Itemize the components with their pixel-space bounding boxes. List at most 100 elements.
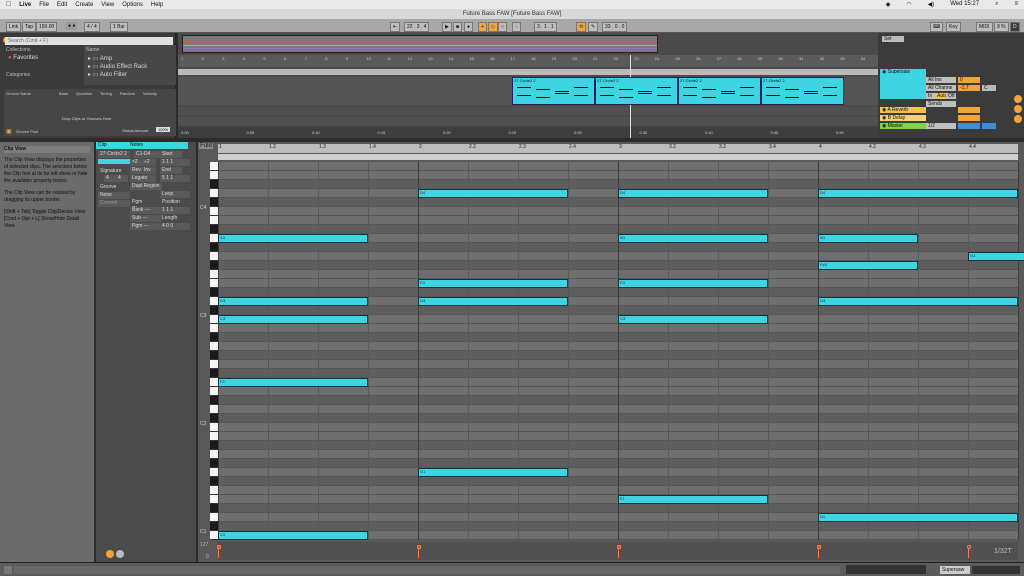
signature-numerator[interactable]: 4 xyxy=(104,175,116,182)
input-channel-menu[interactable]: All Channe xyxy=(926,85,956,91)
arrangement-clip[interactable]: 27-Circle2 2 xyxy=(678,77,761,105)
menu-create[interactable]: Create xyxy=(75,2,93,8)
legato-button[interactable]: Legato xyxy=(130,175,156,182)
piano-key[interactable] xyxy=(210,306,218,315)
piano-key[interactable] xyxy=(210,315,218,324)
play-button[interactable]: ▶ xyxy=(442,22,452,32)
midi-note[interactable]: F#3 xyxy=(818,261,918,270)
menu-list-icon[interactable]: ≡ xyxy=(1014,1,1018,8)
menu-file[interactable]: File xyxy=(39,2,49,8)
piano-key[interactable] xyxy=(210,405,218,414)
browser-item[interactable]: ▸ ▭ Amp xyxy=(88,55,112,62)
midi-note[interactable]: D3 xyxy=(418,297,568,306)
midi-note[interactable]: E3 xyxy=(618,279,768,288)
piano-key[interactable] xyxy=(210,225,218,234)
master-pan[interactable] xyxy=(982,123,996,129)
track-pan[interactable]: C xyxy=(982,85,996,91)
velocity-handle[interactable] xyxy=(966,545,971,549)
bar-ruler[interactable] xyxy=(178,55,878,67)
clip-name-field[interactable]: 27-Circle2 2 xyxy=(98,151,130,158)
midi-note[interactable]: D4 xyxy=(418,189,568,198)
follow-button[interactable]: ⇤ xyxy=(390,22,401,32)
invert-button[interactable]: Inv xyxy=(142,167,156,174)
midi-note[interactable]: E3 xyxy=(418,279,568,288)
computer-keyboard-icon[interactable]: ⌨ xyxy=(930,22,944,32)
piano-key[interactable] xyxy=(210,162,218,171)
volume-icon[interactable]: ◀) xyxy=(928,1,935,8)
global-amount-field[interactable]: 100% xyxy=(156,127,171,132)
midi-note[interactable]: D4 xyxy=(618,189,768,198)
arrangement-clip[interactable]: 27-Circle2 2 xyxy=(595,77,678,105)
piano-key[interactable] xyxy=(210,441,218,450)
browser-item[interactable]: ▸ ▭ Audio Effect Rack xyxy=(88,63,147,70)
piano-key[interactable] xyxy=(210,369,218,378)
overview-strip[interactable] xyxy=(182,35,658,53)
link-button[interactable]: Link xyxy=(6,22,22,32)
duplicate-region-button[interactable]: Dupl.Region xyxy=(130,183,162,190)
sub-field[interactable]: Sub --- xyxy=(130,215,162,222)
session-record-button[interactable]: ○ xyxy=(498,22,508,32)
midi-note[interactable]: A3 xyxy=(818,234,918,243)
menu-help[interactable]: Help xyxy=(151,2,163,8)
groove-selector[interactable]: None xyxy=(98,192,130,199)
song-position[interactable]: 22 . 3 . 4 xyxy=(404,22,430,32)
velocity-handle[interactable] xyxy=(416,545,421,549)
velocity-stem[interactable] xyxy=(618,548,619,558)
velocity-handle[interactable] xyxy=(816,545,821,549)
status-toggle-icon[interactable] xyxy=(4,566,12,574)
piano-key[interactable] xyxy=(210,432,218,441)
key-map-button[interactable]: Key xyxy=(946,22,961,32)
apple-icon[interactable]:  xyxy=(6,1,11,8)
master-cue[interactable]: 1/2 xyxy=(926,123,956,129)
mixer-track-a-reverb[interactable]: ◉ A Reverb xyxy=(880,107,926,113)
notes-box-header[interactable]: Notes xyxy=(128,142,188,149)
loop-start-field[interactable]: 3 . 1 . 1 xyxy=(534,22,557,32)
piano-key[interactable] xyxy=(210,243,218,252)
scroll-button-icon[interactable] xyxy=(1014,95,1022,103)
midi-note[interactable]: A3 xyxy=(618,234,768,243)
groove-drop-zone[interactable]: Drop Clips or Grooves Here xyxy=(62,116,111,121)
track-volume[interactable]: -1.7 xyxy=(958,85,980,91)
mixer-track-b-delay[interactable]: ◉ B Delay xyxy=(880,115,926,121)
loop-sync-icon[interactable]: ◌ xyxy=(512,22,521,32)
monitor-off-button[interactable]: Off xyxy=(946,93,956,99)
piano-key[interactable] xyxy=(210,252,218,261)
device-chain-mini[interactable] xyxy=(972,566,1020,574)
menu-live[interactable]: Live xyxy=(19,2,31,8)
piano-key[interactable] xyxy=(210,387,218,396)
stop-button[interactable]: ■ xyxy=(453,22,463,32)
piano-key[interactable] xyxy=(210,378,218,387)
piano-key[interactable] xyxy=(210,468,218,477)
midi-note[interactable]: C1 xyxy=(218,531,368,540)
piano-key[interactable] xyxy=(210,522,218,531)
piano-key[interactable] xyxy=(210,513,218,522)
midi-note[interactable]: G3 xyxy=(968,252,1024,261)
arrangement-clip[interactable]: 27-Circle2 2 xyxy=(512,77,595,105)
piano-key[interactable] xyxy=(210,297,218,306)
favorites-item[interactable]: ● Favorites xyxy=(8,55,38,61)
length-value[interactable]: 4 0 0 xyxy=(160,223,190,230)
clip-box-header[interactable]: Clip xyxy=(96,142,130,149)
halve-button[interactable]: ÷2 xyxy=(142,159,156,166)
midi-note[interactable]: F2 xyxy=(218,378,368,387)
piano-key[interactable] xyxy=(210,504,218,513)
automation-arm-button[interactable]: ◇ xyxy=(488,22,498,32)
piano-key[interactable] xyxy=(210,360,218,369)
position-value[interactable]: 1 1 1 xyxy=(160,207,190,214)
browser-search-input[interactable]: Search (Cmd + F) xyxy=(5,37,173,45)
piano-key[interactable] xyxy=(210,198,218,207)
end-value[interactable]: 5 1 1 xyxy=(160,175,190,182)
menu-options[interactable]: Options xyxy=(122,2,143,8)
piano-roll-ruler[interactable] xyxy=(218,144,1018,153)
midi-note[interactable]: D4 xyxy=(818,189,1018,198)
piano-key[interactable] xyxy=(210,459,218,468)
clip-view-toggle-icon[interactable] xyxy=(106,550,114,558)
bank-field[interactable]: Bank --- xyxy=(130,207,162,214)
scroll-button-icon[interactable] xyxy=(1014,115,1022,123)
midi-note[interactable]: C3 xyxy=(618,315,768,324)
midi-note[interactable]: D3 xyxy=(818,297,1018,306)
overview-mini[interactable] xyxy=(846,565,926,574)
piano-key[interactable] xyxy=(210,486,218,495)
set-button[interactable]: Set xyxy=(882,36,904,42)
midi-map-button[interactable]: MIDI xyxy=(976,22,993,32)
